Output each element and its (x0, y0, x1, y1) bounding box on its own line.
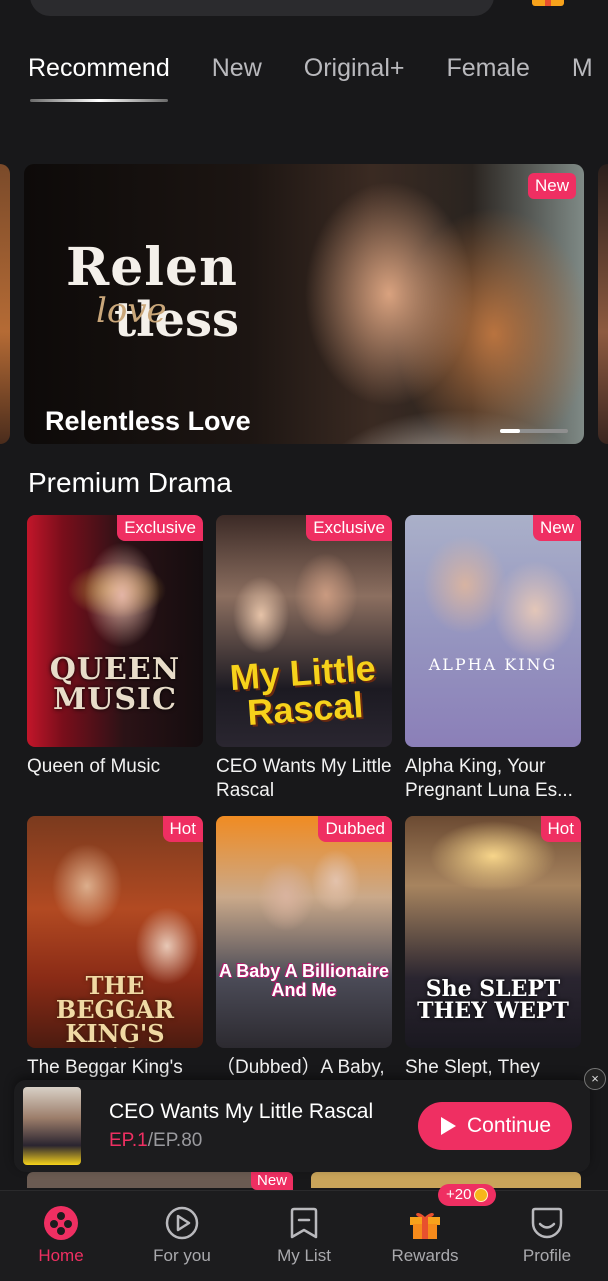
drama-card[interactable]: ALPHA KING New Alpha King, Your Pregnant… (405, 515, 581, 803)
bottom-nav: Home For you My List Rewards Profile (0, 1190, 608, 1281)
card-badge: New (250, 1172, 293, 1190)
nav-home[interactable]: Home (11, 1191, 111, 1281)
category-tabs: Recommend New Original+ Female M (28, 50, 608, 102)
episode-progress: EP.1/EP.80 (109, 1130, 202, 1152)
card-title: Queen of Music (27, 756, 161, 777)
next-row-card[interactable]: New (27, 1172, 293, 1190)
nav-label: My List (277, 1246, 331, 1265)
search-bar[interactable] (30, 0, 494, 16)
bookmark-icon (290, 1207, 318, 1239)
banner-badge: New (527, 173, 576, 199)
gift-icon (410, 1212, 440, 1239)
profile-icon (531, 1207, 563, 1239)
poster: THE BEGGAR KING'S Bride Hot (27, 816, 203, 1048)
nav-label: Profile (522, 1246, 572, 1265)
continue-title: CEO Wants My Little Rascal (109, 1100, 374, 1123)
gift-icon[interactable] (532, 0, 564, 6)
card-badge: Dubbed (318, 816, 392, 842)
banner-artwork-title: Relen tless love (66, 237, 239, 348)
home-icon (44, 1206, 78, 1240)
poster: ALPHA KING New (405, 515, 581, 747)
carousel-indicator (500, 429, 568, 433)
drama-card[interactable]: She SLEPT THEY WEPT Hot She Slept, They (405, 816, 581, 1080)
continue-watching-bar[interactable]: CEO Wants My Little Rascal EP.1/EP.80 Co… (14, 1080, 590, 1172)
poster-title-art: A Baby A Billionaire And Me (218, 961, 390, 1000)
section-title: Premium Drama (28, 467, 232, 498)
poster-title-art: QUEEN MUSIC (49, 652, 181, 717)
close-icon[interactable]: × (584, 1068, 606, 1090)
tab-female[interactable]: Female (447, 50, 530, 90)
card-title: CEO Wants My Little Rascal (216, 756, 392, 801)
card-title: Alpha King, Your Pregnant Luna Es... (405, 756, 573, 801)
continue-button[interactable]: Continue (418, 1102, 572, 1150)
play-circle-icon (165, 1206, 199, 1240)
drama-card[interactable]: A Baby A Billionaire And Me Dubbed （Dubb… (216, 816, 392, 1080)
total-episodes: /EP.80 (147, 1130, 203, 1151)
poster: She SLEPT THEY WEPT Hot (405, 816, 581, 1048)
card-title: The Beggar King's (27, 1057, 183, 1078)
drama-card[interactable]: THE BEGGAR KING'S Bride Hot The Beggar K… (27, 816, 203, 1080)
poster-title-art: ALPHA KING (428, 655, 558, 674)
banner-caption: Relentless Love (45, 406, 251, 436)
poster: QUEEN MUSIC Exclusive (27, 515, 203, 747)
card-title: （Dubbed）A Baby, (216, 1057, 385, 1078)
drama-card[interactable]: QUEEN MUSIC Exclusive Queen of Music (27, 515, 203, 779)
nav-label: For you (153, 1246, 211, 1265)
poster-title-art: She SLEPT THEY WEPT (417, 976, 569, 1024)
play-icon (440, 1117, 456, 1135)
tab-original-plus[interactable]: Original+ (304, 50, 405, 90)
banner-next-peek[interactable] (598, 164, 608, 444)
card-badge: Hot (540, 816, 581, 842)
nav-profile[interactable]: Profile (497, 1191, 597, 1281)
continue-button-label: Continue (466, 1114, 552, 1137)
card-badge: Hot (162, 816, 203, 842)
nav-label: Home (38, 1246, 84, 1265)
nav-my-list[interactable]: My List (254, 1191, 354, 1281)
poster: A Baby A Billionaire And Me Dubbed (216, 816, 392, 1048)
tab-more[interactable]: M (572, 50, 593, 90)
featured-banner[interactable]: Relen tless love New Relentless Love (24, 164, 584, 444)
continue-thumbnail (23, 1087, 81, 1165)
nav-for-you[interactable]: For you (132, 1191, 232, 1281)
poster: My Little Rascal Exclusive (216, 515, 392, 747)
poster-title-art: My Little Rascal (228, 647, 377, 733)
nav-label: Rewards (391, 1246, 459, 1265)
drama-card[interactable]: My Little Rascal Exclusive CEO Wants My … (216, 515, 392, 803)
card-badge: Exclusive (306, 515, 392, 541)
reward-amount: +20 (446, 1186, 472, 1203)
card-title: She Slept, They (405, 1057, 540, 1078)
banner-prev-peek[interactable] (0, 164, 10, 444)
poster-title-art: THE BEGGAR KING'S Bride (55, 971, 175, 1049)
card-badge: Exclusive (117, 515, 203, 541)
tab-recommend[interactable]: Recommend (28, 50, 170, 102)
card-badge: New (532, 515, 581, 541)
tab-new[interactable]: New (212, 50, 262, 90)
coin-icon (474, 1188, 489, 1202)
reward-badge: +20 (438, 1184, 497, 1206)
current-episode: EP.1 (109, 1130, 148, 1151)
